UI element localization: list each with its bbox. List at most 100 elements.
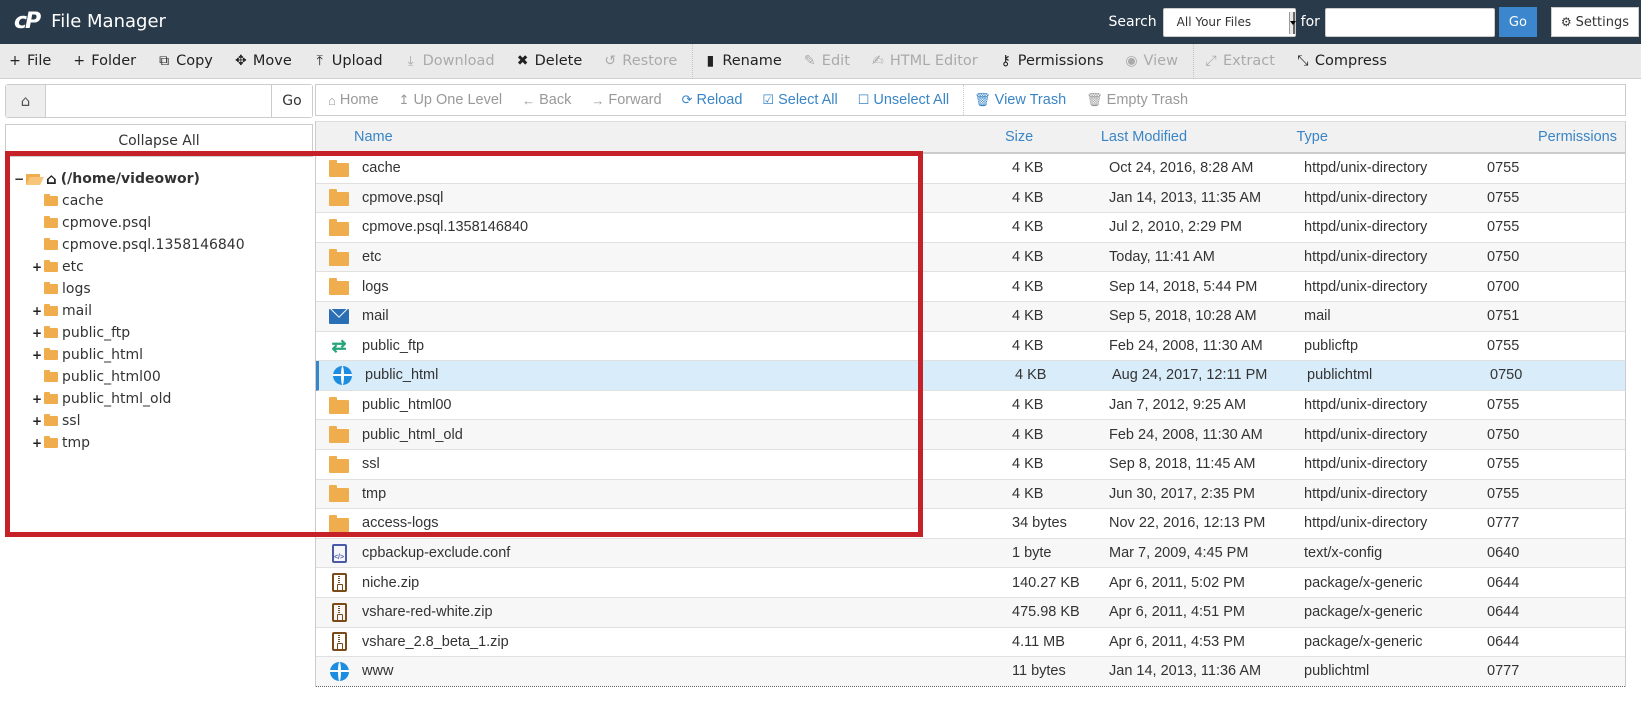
tree-item[interactable]: + public_html bbox=[14, 344, 245, 366]
collapse-all-button[interactable]: Collapse All bbox=[5, 124, 313, 157]
table-row[interactable]: access-logs 34 bytes Nov 22, 2016, 12:13 P… bbox=[316, 509, 1625, 539]
code-file-icon: </> bbox=[331, 543, 347, 563]
file-permissions: 0644 bbox=[1487, 574, 1520, 591]
empty-trash-label: Empty Trash bbox=[1106, 92, 1189, 108]
search-input[interactable] bbox=[1324, 7, 1495, 37]
forward-button[interactable]: → Forward bbox=[583, 85, 673, 115]
rename-button[interactable]: ▮ Rename bbox=[695, 44, 794, 79]
html-editor-button[interactable]: ✍ HTML Editor bbox=[863, 44, 991, 79]
table-row[interactable]: cache 4 KB Oct 24, 2016, 8:28 AM httpd/unix… bbox=[316, 154, 1625, 184]
file-modified: Sep 14, 2018, 5:44 PM bbox=[1109, 278, 1258, 295]
folder-button[interactable]: + Folder bbox=[64, 44, 149, 79]
table-row[interactable]: public_html 4 KB Aug 24, 2017, 12:11 PM pub… bbox=[316, 361, 1625, 391]
expand-icon[interactable]: + bbox=[32, 414, 42, 428]
table-row[interactable]: </> cpbackup-exclude.conf 1 byte Mar 7, 200… bbox=[316, 538, 1625, 569]
settings-button[interactable]: ⚙ Settings bbox=[1550, 7, 1639, 37]
table-row[interactable]: cpmove.psql.1358146840 4 KB Jul 2, 2010, 2… bbox=[316, 213, 1625, 243]
folder-icon bbox=[44, 260, 58, 272]
table-row[interactable]: public_html00 4 KB Jan 7, 2012, 9:25 AM htt… bbox=[316, 390, 1625, 421]
tree-item[interactable]: + etc bbox=[14, 256, 245, 278]
home-icon[interactable]: ⌂ bbox=[6, 85, 46, 117]
tree-item[interactable]: +public_html00 bbox=[14, 366, 245, 388]
file-type: package/x-generic bbox=[1304, 574, 1423, 591]
home-button[interactable]: ⌂ Home bbox=[320, 85, 391, 115]
table-row[interactable]: tmp 4 KB Jun 30, 2017, 2:35 PM httpd/unix-d… bbox=[316, 479, 1625, 510]
folder-icon bbox=[329, 485, 349, 503]
file-type: httpd/unix-directory bbox=[1304, 397, 1428, 414]
tree-item[interactable]: + mail bbox=[14, 300, 245, 322]
upload-button[interactable]: ⤒ Upload bbox=[305, 44, 396, 79]
unselect-all-button[interactable]: ☐ Unselect All bbox=[850, 85, 961, 115]
expand-icon[interactable]: + bbox=[32, 348, 42, 362]
file-table: Name Size Last Modified Type Permissions… bbox=[315, 121, 1626, 687]
expand-icon[interactable]: + bbox=[32, 260, 42, 274]
move-button[interactable]: ✥ Move bbox=[226, 44, 305, 79]
tree-item[interactable]: +cpmove.psql.1358146840 bbox=[14, 234, 245, 256]
row-icon-cell bbox=[316, 485, 362, 503]
tree-item[interactable]: +logs bbox=[14, 278, 245, 300]
expand-icon[interactable]: + bbox=[32, 304, 42, 318]
file-label: File bbox=[27, 53, 52, 69]
column-last-modified[interactable]: Last Modified bbox=[1101, 129, 1297, 145]
table-row[interactable]: www 11 bytes Jan 14, 2013, 11:36 AM publich… bbox=[316, 657, 1625, 687]
zip-file-icon bbox=[331, 632, 347, 652]
compress-button[interactable]: ⤡ Compress bbox=[1288, 44, 1400, 79]
delete-button[interactable]: ✖ Delete bbox=[508, 44, 596, 79]
column-size[interactable]: Size bbox=[1005, 129, 1101, 145]
table-row[interactable]: cpmove.psql 4 KB Jan 14, 2013, 11:35 AM htt… bbox=[316, 183, 1625, 214]
search-go-button[interactable]: Go bbox=[1498, 7, 1537, 37]
table-row[interactable]: etc 4 KB Today, 11:41 AM httpd/unix-directo… bbox=[316, 242, 1625, 273]
restore-button[interactable]: ↺ Restore bbox=[595, 44, 690, 79]
table-row[interactable]: vshare-red-white.zip 475.98 KB Apr 6, 2011… bbox=[316, 597, 1625, 628]
column-permissions[interactable]: Permissions bbox=[1470, 129, 1625, 145]
file-modified: Jan 14, 2013, 11:35 AM bbox=[1109, 189, 1262, 206]
tree-item[interactable]: + public_html_old bbox=[14, 388, 245, 410]
download-button[interactable]: ⤓ Download bbox=[396, 44, 508, 79]
path-go-button[interactable]: Go bbox=[271, 85, 312, 117]
row-icon-cell: </> bbox=[316, 543, 362, 563]
search-scope-select[interactable]: All Your Files bbox=[1162, 7, 1296, 37]
expand-icon[interactable]: + bbox=[32, 392, 42, 406]
path-bar: ⌂ Go bbox=[5, 84, 313, 118]
table-row[interactable]: niche.zip 140.27 KB Apr 6, 2011, 5:02 PM pa… bbox=[316, 568, 1625, 598]
table-row[interactable]: ⇄ public_ftp 4 KB Feb 24, 2008, 11:30 AM pub… bbox=[316, 331, 1625, 362]
file-size: 11 bytes bbox=[1012, 663, 1066, 680]
folder-icon bbox=[44, 194, 58, 206]
table-row[interactable]: vshare_2.8_beta_1.zip 4.11 MB Apr 6, 2011,… bbox=[316, 627, 1625, 658]
row-icon-cell bbox=[316, 602, 362, 622]
table-row[interactable]: mail 4 KB Sep 5, 2018, 10:28 AM mail 0751 bbox=[316, 301, 1625, 332]
back-button[interactable]: ← Back bbox=[514, 85, 583, 115]
table-row[interactable]: logs 4 KB Sep 14, 2018, 5:44 PM httpd/unix-… bbox=[316, 272, 1625, 302]
file-size: 4 KB bbox=[1012, 426, 1044, 443]
select-all-button[interactable]: ☑ Select All bbox=[754, 85, 849, 115]
copy-button[interactable]: ⧉ Copy bbox=[149, 44, 226, 79]
permissions-button[interactable]: ⚷ Permissions bbox=[991, 44, 1117, 79]
tree-root[interactable]: − ⌂ (/home/videowor) bbox=[14, 168, 245, 190]
tree-item[interactable]: + ssl bbox=[14, 410, 245, 432]
empty-trash-button[interactable]: 🗑 Empty Trash bbox=[1078, 85, 1200, 115]
file-modified: Apr 6, 2011, 4:51 PM bbox=[1109, 604, 1245, 621]
column-name[interactable]: Name bbox=[316, 129, 1005, 145]
tree-item[interactable]: + public_ftp bbox=[14, 322, 245, 344]
tree-item[interactable]: +cache bbox=[14, 190, 245, 212]
column-type[interactable]: Type bbox=[1297, 129, 1471, 145]
path-input[interactable] bbox=[46, 85, 271, 117]
table-row[interactable]: ssl 4 KB Sep 8, 2018, 11:45 AM httpd/unix-d… bbox=[316, 449, 1625, 480]
collapse-icon[interactable]: − bbox=[14, 172, 24, 186]
view-button[interactable]: ◉ View bbox=[1117, 44, 1191, 79]
table-row[interactable]: public_html_old 4 KB Feb 24, 2008, 11:30 A… bbox=[316, 420, 1625, 450]
up-one-level-button[interactable]: ↥ Up One Level bbox=[391, 85, 515, 115]
tree-item[interactable]: + tmp bbox=[14, 432, 245, 454]
tree-item[interactable]: +cpmove.psql bbox=[14, 212, 245, 234]
view-trash-button[interactable]: 🗑 View Trash bbox=[966, 85, 1078, 115]
file-button[interactable]: + File bbox=[0, 44, 64, 79]
reload-button[interactable]: ⟳ Reload bbox=[674, 85, 755, 115]
expand-icon[interactable]: + bbox=[32, 326, 42, 340]
extract-button[interactable]: ⤢ Extract bbox=[1196, 44, 1288, 79]
edit-button[interactable]: ✎ Edit bbox=[795, 44, 863, 79]
file-name: niche.zip bbox=[362, 574, 420, 591]
file-name: public_html00 bbox=[362, 397, 452, 414]
file-permissions: 0755 bbox=[1487, 160, 1520, 177]
expand-icon[interactable]: + bbox=[32, 436, 42, 450]
cpanel-logo-icon[interactable]: cP bbox=[14, 9, 41, 34]
